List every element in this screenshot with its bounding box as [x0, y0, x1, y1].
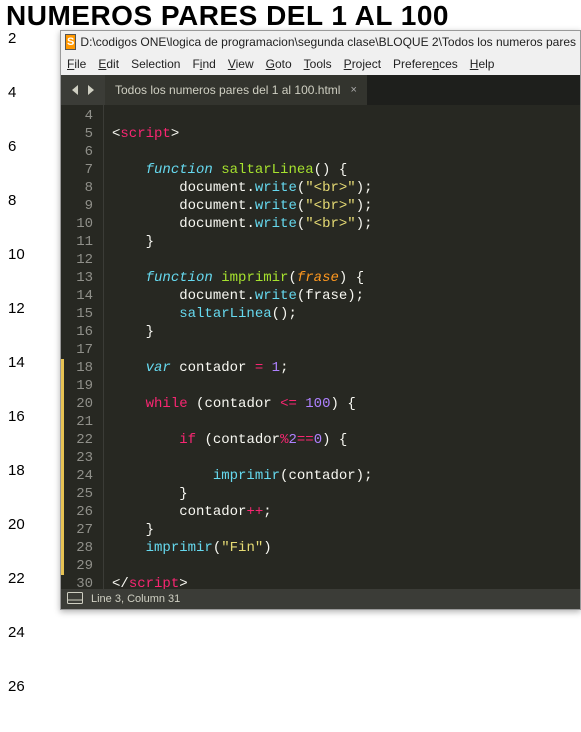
line-gutter: 4567891011121314151617181920212223242526… [64, 105, 104, 589]
output-number: 6 [0, 138, 40, 192]
gutter-line: 19 [64, 377, 93, 395]
code-line: <script> [112, 125, 580, 143]
gutter-line: 7 [64, 161, 93, 179]
gutter-line: 29 [64, 557, 93, 575]
output-number: 18 [0, 462, 40, 516]
gutter-line: 26 [64, 503, 93, 521]
code-line: document.write("<br>"); [112, 215, 580, 233]
gutter-line: 16 [64, 323, 93, 341]
code-line: </script> [112, 575, 580, 589]
gutter-line: 6 [64, 143, 93, 161]
output-number: 8 [0, 192, 40, 246]
menu-tools[interactable]: Tools [304, 57, 332, 71]
code-area[interactable]: 4567891011121314151617181920212223242526… [61, 105, 580, 589]
menu-view[interactable]: View [228, 57, 254, 71]
gutter-line: 10 [64, 215, 93, 233]
code-line: document.write("<br>"); [112, 179, 580, 197]
code-line: } [112, 521, 580, 539]
output-number: 14 [0, 354, 40, 408]
menu-find[interactable]: Find [192, 57, 215, 71]
page-title: NUMEROS PARES DEL 1 AL 100 [0, 0, 581, 32]
code-line: if (contador%2==0) { [112, 431, 580, 449]
code-line [112, 557, 580, 575]
menu-edit[interactable]: Edit [98, 57, 119, 71]
window-title: D:\codigos ONE\logica de programacion\se… [80, 35, 576, 49]
output-number: 10 [0, 246, 40, 300]
output-number: 12 [0, 300, 40, 354]
code-line: function saltarLinea() { [112, 161, 580, 179]
code-line: document.write("<br>"); [112, 197, 580, 215]
menu-help[interactable]: Help [470, 57, 495, 71]
code-line: function imprimir(frase) { [112, 269, 580, 287]
code-line [112, 107, 580, 125]
tab-next-icon [86, 85, 94, 95]
panel-icon[interactable] [67, 592, 83, 607]
gutter-line: 11 [64, 233, 93, 251]
output-number: 26 [0, 678, 40, 732]
statusbar: Line 3, Column 31 [61, 589, 580, 609]
code-line [112, 449, 580, 467]
code-line [112, 143, 580, 161]
menu-project[interactable]: Project [344, 57, 381, 71]
output-numbers-column: 2468101214161820222426 [0, 30, 40, 732]
code-line: contador++; [112, 503, 580, 521]
menu-file[interactable]: File [67, 57, 86, 71]
code-line [112, 251, 580, 269]
gutter-line: 30 [64, 575, 93, 589]
output-number: 16 [0, 408, 40, 462]
code-line: saltarLinea(); [112, 305, 580, 323]
gutter-line: 20 [64, 395, 93, 413]
file-tab[interactable]: Todos los numeros pares del 1 al 100.htm… [105, 75, 367, 105]
gutter-line: 25 [64, 485, 93, 503]
code-line: imprimir(contador); [112, 467, 580, 485]
gutter-line: 23 [64, 449, 93, 467]
tab-nav-arrows[interactable] [61, 75, 105, 105]
gutter-line: 27 [64, 521, 93, 539]
gutter-line: 8 [64, 179, 93, 197]
close-icon[interactable]: × [350, 84, 356, 96]
menubar: File Edit Selection Find View Goto Tools… [61, 53, 580, 75]
gutter-line: 5 [64, 125, 93, 143]
code-line: } [112, 233, 580, 251]
code-line [112, 377, 580, 395]
gutter-line: 4 [64, 107, 93, 125]
output-number: 2 [0, 30, 40, 84]
sublime-icon: S [65, 34, 76, 50]
code-line: } [112, 323, 580, 341]
code-line: var contador = 1; [112, 359, 580, 377]
tabbar: Todos los numeros pares del 1 al 100.htm… [61, 75, 580, 105]
output-number: 24 [0, 624, 40, 678]
gutter-line: 13 [64, 269, 93, 287]
code-content[interactable]: <script> function saltarLinea() { docume… [104, 105, 580, 589]
code-line: } [112, 485, 580, 503]
code-line: document.write(frase); [112, 287, 580, 305]
editor-window: S D:\codigos ONE\logica de programacion\… [60, 30, 581, 610]
code-line [112, 341, 580, 359]
menu-selection[interactable]: Selection [131, 57, 180, 71]
gutter-line: 12 [64, 251, 93, 269]
menu-goto[interactable]: Goto [266, 57, 292, 71]
gutter-line: 14 [64, 287, 93, 305]
cursor-position: Line 3, Column 31 [91, 593, 180, 605]
output-number: 20 [0, 516, 40, 570]
code-line [112, 413, 580, 431]
tab-label: Todos los numeros pares del 1 al 100.htm… [115, 83, 340, 97]
output-number: 22 [0, 570, 40, 624]
gutter-line: 17 [64, 341, 93, 359]
menu-preferences[interactable]: Preferences [393, 57, 458, 71]
gutter-line: 9 [64, 197, 93, 215]
gutter-line: 21 [64, 413, 93, 431]
output-number: 4 [0, 84, 40, 138]
window-titlebar: S D:\codigos ONE\logica de programacion\… [61, 31, 580, 53]
gutter-line: 18 [64, 359, 93, 377]
code-line: while (contador <= 100) { [112, 395, 580, 413]
gutter-line: 24 [64, 467, 93, 485]
gutter-line: 22 [64, 431, 93, 449]
code-line: imprimir("Fin") [112, 539, 580, 557]
gutter-line: 28 [64, 539, 93, 557]
gutter-line: 15 [64, 305, 93, 323]
tab-prev-icon [72, 85, 80, 95]
